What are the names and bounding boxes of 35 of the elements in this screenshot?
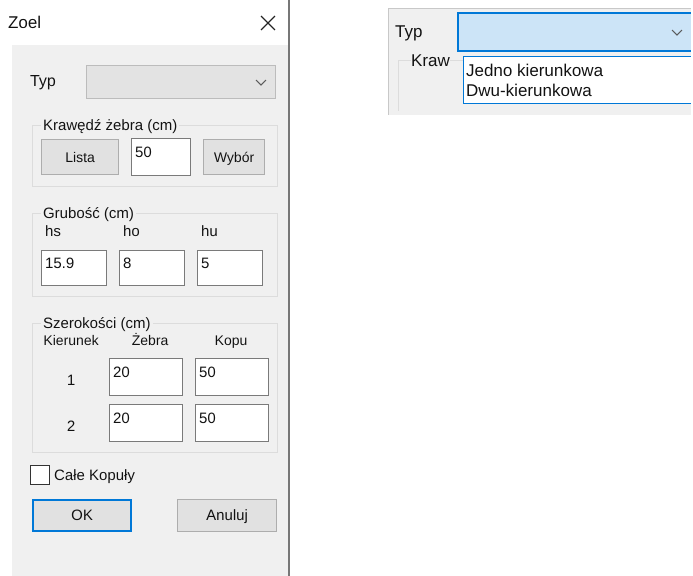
group-title: Krawędź żebra (cm) xyxy=(42,117,178,134)
field-label: ho xyxy=(122,222,141,242)
row-label: 2 xyxy=(66,416,76,434)
dropdown-option[interactable]: Dwu-kierunkowa xyxy=(466,81,691,101)
field-label: Typ xyxy=(30,73,57,91)
input-field[interactable]: 20 xyxy=(109,404,183,442)
checkbox-label: Całe Kopuły xyxy=(54,466,135,484)
input-field[interactable]: 50 xyxy=(195,358,269,396)
field-label: Typ xyxy=(394,22,424,42)
input-field[interactable]: 50 xyxy=(131,138,191,176)
group-title: Szerokości (cm) xyxy=(42,315,152,332)
checkbox[interactable] xyxy=(30,465,50,485)
ok-button[interactable]: OK xyxy=(32,499,132,532)
field-label: hu xyxy=(200,222,219,242)
input-field[interactable]: 15.9 xyxy=(41,250,107,286)
input-field[interactable]: 50 xyxy=(195,404,269,442)
input-field[interactable]: 20 xyxy=(109,358,183,396)
chevron-icon xyxy=(671,28,683,36)
column-header: Żebra xyxy=(130,332,170,348)
close-icon xyxy=(260,14,276,30)
input-field[interactable]: 5 xyxy=(197,250,263,286)
group-title: Grubość (cm) xyxy=(42,205,135,222)
close-button[interactable] xyxy=(258,12,278,32)
dropdown-option[interactable]: Jedno kierunkowa xyxy=(466,61,691,81)
row-label: 1 xyxy=(66,370,76,388)
cancel-button[interactable]: Anuluj xyxy=(177,499,277,532)
choose-button[interactable]: Wybór xyxy=(203,139,265,175)
column-header: Kopu xyxy=(214,332,248,348)
list-button[interactable]: Lista xyxy=(41,139,119,175)
type-dropdown[interactable] xyxy=(457,12,691,52)
field-label: hs xyxy=(44,222,62,242)
window-title: Zoel xyxy=(8,12,42,32)
column-header: Kierunek xyxy=(42,332,100,348)
chevron-icon xyxy=(255,78,267,86)
input-field[interactable]: 8 xyxy=(119,250,185,286)
